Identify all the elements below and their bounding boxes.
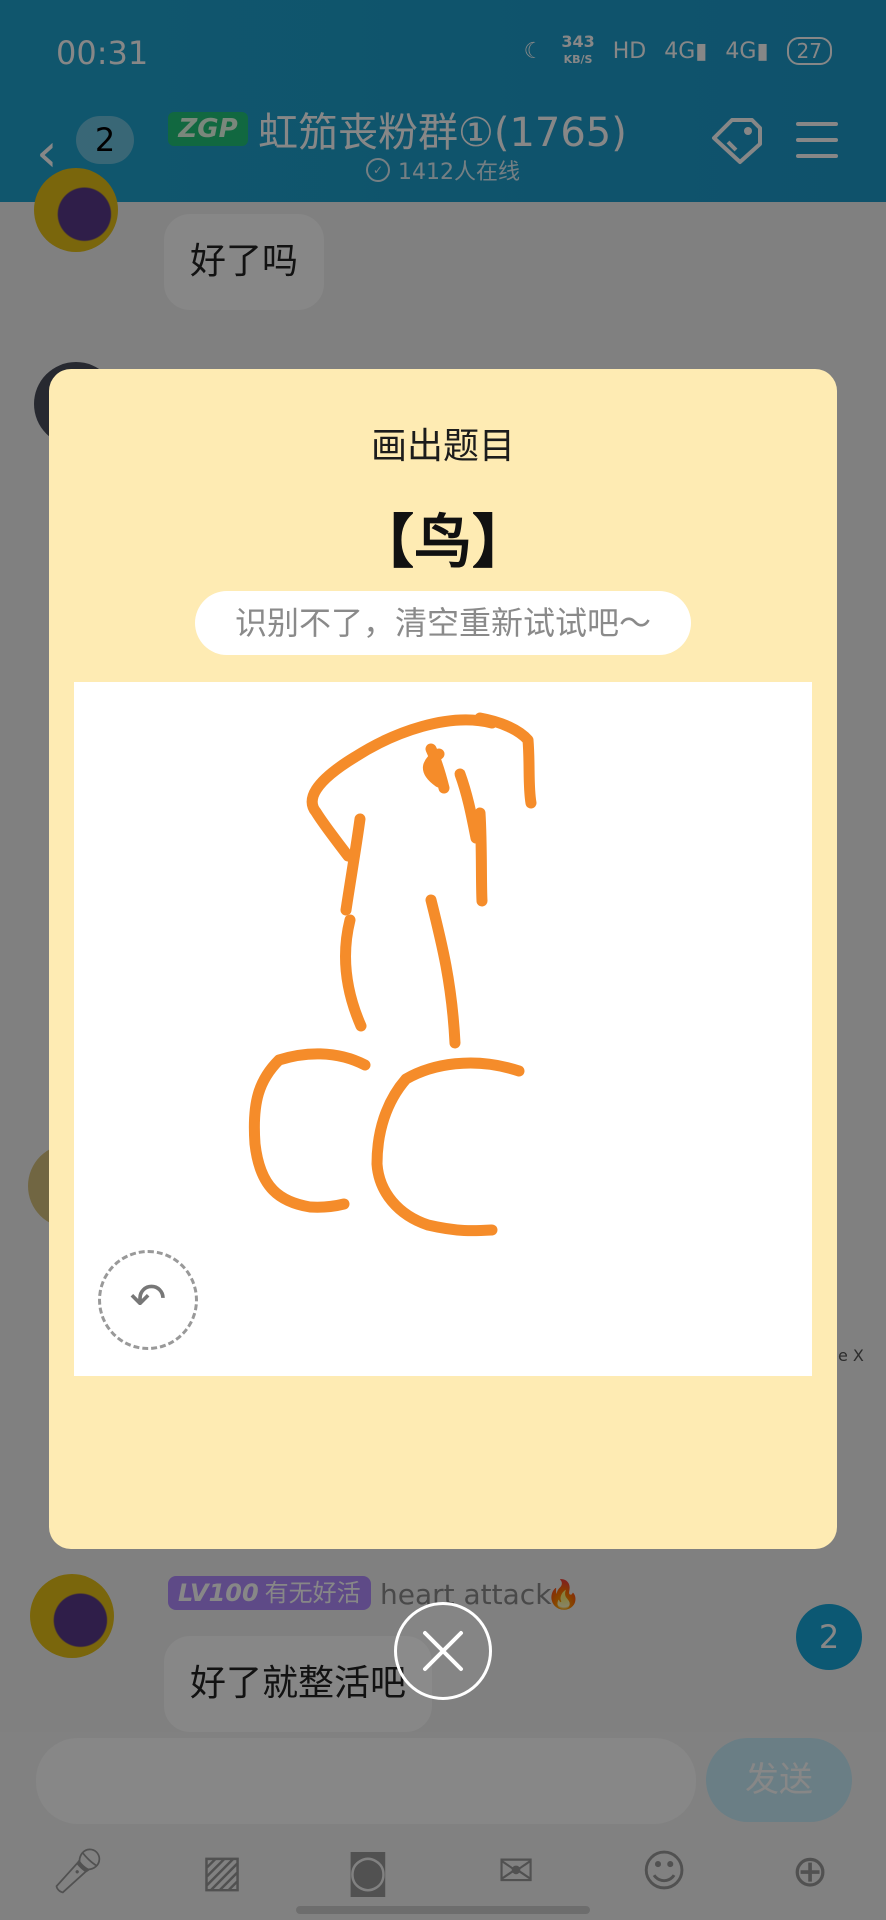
drawing-stroke bbox=[474, 712, 537, 809]
drawing-stroke bbox=[454, 768, 482, 844]
modal-title: 画出题目 bbox=[370, 426, 515, 467]
undo-icon: ↶ bbox=[129, 1274, 167, 1325]
drawing-stroke bbox=[340, 813, 366, 916]
drawing-stroke bbox=[474, 807, 488, 907]
drawing-stroke bbox=[425, 894, 461, 1049]
drawing-stroke bbox=[339, 914, 367, 1032]
drawing-subject: 【鸟】 bbox=[355, 508, 530, 576]
undo-button[interactable]: ↶ bbox=[98, 1250, 198, 1350]
recognition-hint: 识别不了，清空重新试试吧～ bbox=[195, 591, 691, 655]
drawing-stroke bbox=[248, 1048, 371, 1213]
drawing-stroke bbox=[371, 1057, 525, 1237]
drawing-canvas[interactable]: ↶ bbox=[74, 682, 812, 1376]
close-modal-button[interactable] bbox=[394, 1602, 492, 1700]
close-icon bbox=[423, 1631, 463, 1671]
draw-game-modal: 画出题目 【鸟】 识别不了，清空重新试试吧～ ↶ bbox=[49, 369, 837, 1549]
